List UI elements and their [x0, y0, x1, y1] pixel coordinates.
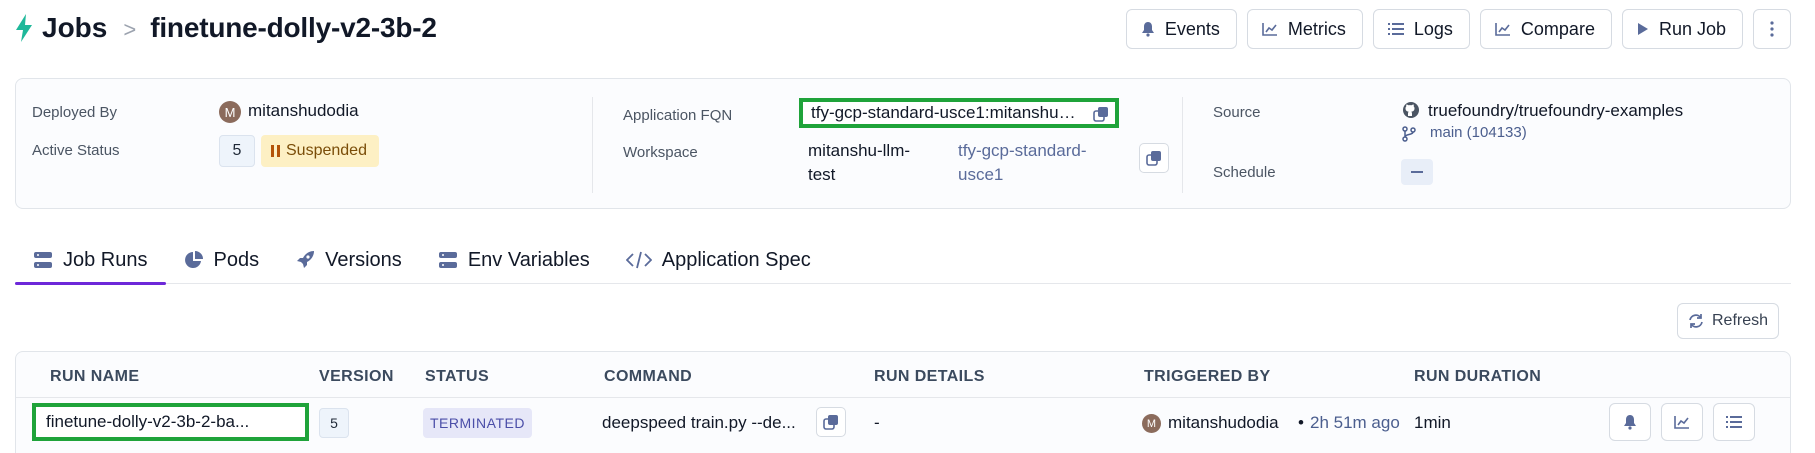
tab-pods[interactable]: Pods	[166, 236, 278, 284]
refresh-button[interactable]: Refresh	[1677, 303, 1779, 339]
column-header: TRIGGERED BY	[1144, 368, 1271, 385]
triggered-ago: 2h 51m ago	[1310, 413, 1400, 432]
avatar: M	[1142, 414, 1161, 433]
refresh-icon	[1689, 314, 1703, 328]
application-info-card: Deployed By M mitanshudodia Active Statu…	[15, 78, 1791, 209]
server-icon	[438, 252, 457, 268]
copy-workspace-button[interactable]	[1139, 143, 1169, 173]
copy-icon[interactable]	[1093, 106, 1109, 122]
line-chart-icon	[1262, 23, 1277, 36]
events-button[interactable]: Events	[1125, 9, 1237, 49]
events-label: Events	[1164, 18, 1220, 39]
compare-button[interactable]: Compare	[1479, 9, 1612, 49]
job-runs-table: RUN NAME VERSION STATUS COMMAND RUN DETA…	[15, 351, 1791, 453]
row-logs-button[interactable]	[1713, 403, 1755, 441]
tab-job-runs[interactable]: Job Runs	[15, 236, 166, 285]
status-badge-label: Suspended	[286, 142, 367, 159]
pie-chart-icon	[184, 251, 203, 268]
status-badge: Suspended	[261, 135, 379, 167]
schedule-label: Schedule	[1213, 164, 1276, 181]
run-details-value: -	[874, 413, 880, 432]
source-label: Source	[1213, 104, 1261, 121]
logs-button[interactable]: Logs	[1372, 9, 1470, 49]
tab-versions[interactable]: Versions	[277, 236, 420, 284]
list-icon	[1387, 23, 1404, 35]
workspace-name-line1: mitanshu-llm-	[808, 141, 911, 160]
github-icon	[1403, 102, 1419, 118]
workspace-label: Workspace	[623, 144, 698, 161]
compare-label: Compare	[1520, 18, 1595, 39]
bolt-icon	[16, 14, 32, 42]
page-header: Jobs > finetune-dolly-v2-3b-2	[14, 8, 437, 48]
tab-label: Versions	[325, 248, 402, 271]
cluster-link-line1[interactable]: tfy-gcp-standard-	[958, 141, 1087, 161]
breadcrumb-jobs[interactable]: Jobs	[42, 12, 107, 44]
source-repo[interactable]: truefoundry/truefoundry-examples	[1428, 101, 1683, 121]
fqn-text: tfy-gcp-standard-usce1:mitanshu-llm-test…	[811, 103, 1081, 122]
copy-command-button[interactable]	[816, 407, 846, 437]
rocket-icon	[297, 251, 315, 268]
column-header: RUN DETAILS	[874, 368, 985, 385]
tab-label: Env Variables	[467, 248, 590, 271]
separator-dot: •	[1298, 413, 1304, 432]
active-count-badge: 5	[219, 135, 255, 167]
list-icon	[1726, 416, 1742, 428]
run-job-button[interactable]: Run Job	[1621, 9, 1743, 49]
metrics-label: Metrics	[1287, 18, 1346, 39]
bell-icon	[1624, 415, 1636, 430]
code-icon	[625, 251, 652, 269]
play-icon	[1637, 23, 1648, 35]
column-header: VERSION	[319, 368, 394, 385]
tab-bar: Job Runs Pods Versions Env Variables App…	[15, 236, 1791, 285]
run-status-badge: TERMINATED	[423, 408, 532, 438]
run-name-link[interactable]: finetune-dolly-v2-3b-2-ba...	[32, 403, 309, 441]
bell-icon	[1141, 22, 1154, 37]
more-options-button[interactable]	[1753, 9, 1791, 49]
tab-application-spec[interactable]: Application Spec	[608, 236, 829, 284]
copy-icon	[823, 415, 838, 430]
header-actions: Events Metrics Logs Compare Run Job	[1125, 9, 1791, 49]
tab-env-variables[interactable]: Env Variables	[420, 236, 608, 284]
divider	[1182, 97, 1183, 193]
divider	[592, 97, 593, 193]
triggered-by-user: mitanshudodia	[1168, 413, 1279, 432]
line-chart-icon	[1495, 23, 1510, 36]
run-job-label: Run Job	[1658, 18, 1726, 39]
line-chart-icon	[1674, 416, 1689, 429]
tab-label: Pods	[213, 248, 260, 271]
divider	[16, 397, 1790, 398]
cluster-link-line2[interactable]: usce1	[958, 165, 1003, 185]
fqn-label: Application FQN	[623, 107, 733, 124]
pause-icon	[271, 145, 280, 157]
tab-label: Job Runs	[63, 248, 148, 271]
refresh-label: Refresh	[1711, 312, 1769, 329]
fqn-value[interactable]: tfy-gcp-standard-usce1:mitanshu-llm-test…	[799, 98, 1119, 128]
server-icon	[34, 252, 52, 268]
deployed-by-value: mitanshudodia	[248, 101, 359, 120]
row-events-button[interactable]	[1609, 403, 1651, 441]
copy-icon	[1146, 151, 1161, 166]
tab-label: Application Spec	[661, 248, 811, 271]
version-badge: 5	[319, 408, 349, 438]
column-header: RUN NAME	[50, 368, 140, 385]
column-header: COMMAND	[604, 368, 693, 385]
metrics-button[interactable]: Metrics	[1246, 9, 1363, 49]
column-header: STATUS	[425, 368, 490, 385]
logs-label: Logs	[1413, 18, 1453, 39]
avatar: M	[219, 101, 241, 123]
active-status-label: Active Status	[32, 142, 120, 159]
workspace-name-line2: test	[808, 165, 836, 184]
schedule-empty-badge	[1401, 159, 1433, 185]
git-branch-icon	[1402, 126, 1416, 142]
row-metrics-button[interactable]	[1661, 403, 1703, 441]
deployed-by-label: Deployed By	[32, 104, 118, 121]
kebab-menu-icon	[1770, 21, 1774, 37]
page-title: finetune-dolly-v2-3b-2	[150, 12, 437, 43]
breadcrumb-separator: >	[123, 17, 137, 42]
run-duration: 1min	[1410, 413, 1451, 433]
source-branch[interactable]: main (104133)	[1430, 124, 1527, 141]
column-header: RUN DURATION	[1414, 368, 1542, 385]
command-text: deepspeed train.py --de...	[602, 413, 796, 432]
